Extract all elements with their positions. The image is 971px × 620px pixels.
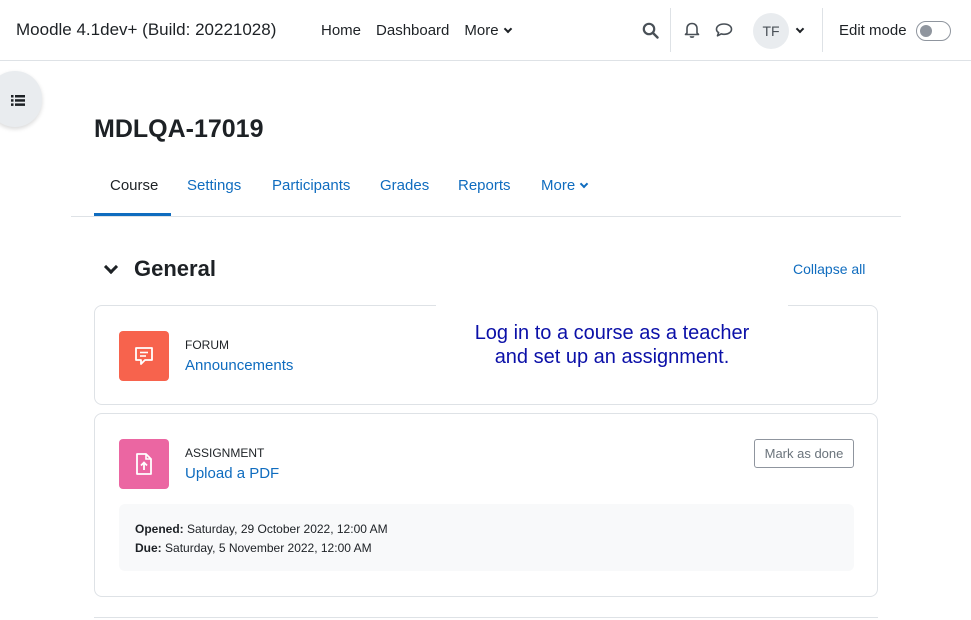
tab-more-label: More [541, 177, 576, 194]
tab-participants[interactable]: Participants [272, 177, 350, 194]
nav-dashboard[interactable]: Dashboard [376, 22, 449, 39]
activity-type-label: FORUM [185, 338, 229, 352]
section-collapse-chevron-icon[interactable] [103, 259, 119, 275]
opened-value: Saturday, 29 October 2022, 12:00 AM [187, 522, 388, 536]
user-menu-chevron-down-icon[interactable] [795, 24, 805, 34]
nav-home[interactable]: Home [321, 22, 361, 39]
section-bottom-divider [94, 617, 878, 618]
top-navbar: Moodle 4.1dev+ (Build: 20221028) Home Da… [0, 0, 971, 61]
page-title: MDLQA-17019 [94, 115, 264, 143]
activity-type-label: ASSIGNMENT [185, 446, 265, 460]
navbar-divider [822, 8, 823, 52]
activity-link-upload-a-pdf[interactable]: Upload a PDF [185, 465, 279, 482]
due-date: Due: Saturday, 5 November 2022, 12:00 AM [135, 541, 372, 555]
activity-dates: Opened: Saturday, 29 October 2022, 12:00… [119, 504, 854, 571]
caption-line-1: Log in to a course as a teacher [474, 322, 750, 344]
list-icon [11, 93, 25, 111]
activity-link-announcements[interactable]: Announcements [185, 357, 293, 374]
chevron-down-icon [503, 24, 512, 33]
notifications-bell-icon[interactable] [682, 20, 702, 40]
due-value: Saturday, 5 November 2022, 12:00 AM [165, 541, 372, 555]
assignment-upload-icon [119, 439, 169, 489]
tab-more[interactable]: More [541, 177, 589, 194]
chevron-down-icon [579, 179, 589, 188]
primary-navigation: Home Dashboard More [321, 22, 512, 39]
tab-settings[interactable]: Settings [187, 177, 241, 194]
edit-mode-label: Edit mode [839, 22, 907, 39]
nav-more-label: More [464, 22, 499, 39]
opened-label: Opened: [135, 522, 184, 536]
course-secondary-navigation: Course Settings Participants Grades Repo… [71, 166, 901, 217]
mark-as-done-button[interactable]: Mark as done [754, 439, 854, 468]
edit-mode-toggle[interactable] [916, 21, 951, 41]
activity-card-assignment: ASSIGNMENT Upload a PDF Mark as done Ope… [94, 413, 878, 597]
tab-course[interactable]: Course [110, 177, 158, 194]
user-avatar[interactable]: TF [753, 13, 789, 49]
section-title: General [134, 256, 216, 281]
navbar-divider [670, 8, 671, 52]
messages-bubble-icon[interactable] [714, 20, 734, 40]
tab-reports[interactable]: Reports [458, 177, 511, 194]
toggle-knob [920, 25, 932, 37]
search-icon[interactable] [640, 20, 660, 40]
forum-icon [119, 331, 169, 381]
active-tab-indicator [94, 213, 171, 216]
opened-date: Opened: Saturday, 29 October 2022, 12:00… [135, 522, 388, 536]
tab-grades[interactable]: Grades [380, 177, 429, 194]
instruction-caption: Log in to a course as a teacher and set … [436, 305, 788, 385]
site-name[interactable]: Moodle 4.1dev+ (Build: 20221028) [16, 20, 276, 40]
due-label: Due: [135, 541, 162, 555]
nav-more[interactable]: More [464, 22, 512, 39]
avatar-initials: TF [762, 23, 780, 39]
course-index-drawer-button[interactable] [0, 71, 42, 127]
caption-line-2: and set up an assignment. [494, 346, 730, 368]
collapse-all-link[interactable]: Collapse all [793, 261, 865, 277]
